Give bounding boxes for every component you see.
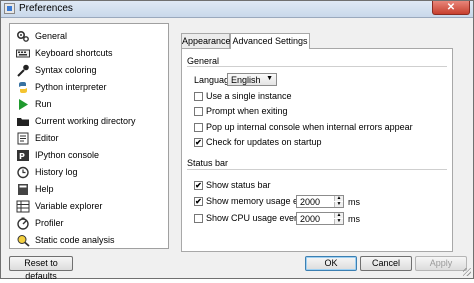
- general-group-title: General: [187, 56, 220, 66]
- tab-advanced-settings[interactable]: Advanced Settings: [230, 33, 310, 49]
- profiler-icon: [17, 217, 29, 230]
- close-button[interactable]: ✕: [432, 1, 470, 15]
- popup-console-checkbox[interactable]: [194, 123, 203, 132]
- sidebar-item-keyboard-shortcuts[interactable]: Keyboard shortcuts: [10, 45, 168, 62]
- python-icon: [19, 82, 27, 93]
- prompt-exiting-label: Prompt when exiting: [206, 106, 288, 116]
- sidebar-item-label: Variable explorer: [35, 201, 103, 211]
- code-analysis-icon: [17, 235, 30, 247]
- check-updates-label: Check for updates on startup: [206, 137, 322, 147]
- preferences-sidebar: General Keyboard shortcuts Syntax colori…: [9, 23, 169, 249]
- sidebar-item-label: History log: [35, 167, 78, 177]
- chevron-down-icon: ▼: [266, 75, 273, 82]
- variable-explorer-icon: [16, 200, 30, 213]
- apply-button[interactable]: Apply: [415, 256, 467, 271]
- spin-down-icon[interactable]: ▼: [334, 202, 343, 207]
- sidebar-item-syntax-coloring[interactable]: Syntax coloring: [10, 62, 168, 79]
- sidebar-item-label: Keyboard shortcuts: [35, 48, 113, 58]
- sidebar-item-label: Profiler: [35, 218, 64, 228]
- check-updates-checkbox[interactable]: ✔: [194, 138, 203, 147]
- sidebar-item-label: Editor: [35, 133, 59, 143]
- sidebar-item-run[interactable]: Run: [10, 96, 168, 113]
- general-group-divider: [187, 66, 447, 67]
- title-bar[interactable]: Preferences ✕: [1, 1, 473, 18]
- show-status-bar-checkbox[interactable]: ✔: [194, 181, 203, 190]
- cpu-interval-value: 2000: [300, 214, 321, 224]
- show-memory-checkbox[interactable]: ✔: [194, 197, 203, 206]
- sidebar-item-label: Python interpreter: [35, 82, 107, 92]
- status-bar-group-divider: [187, 169, 447, 170]
- show-cpu-checkbox[interactable]: [194, 214, 203, 223]
- app-icon: [4, 3, 15, 14]
- reset-to-defaults-button[interactable]: Reset to defaults: [9, 256, 73, 281]
- sidebar-item-label: Help: [35, 184, 54, 194]
- run-icon: [19, 99, 28, 110]
- window-title: Preferences: [19, 3, 73, 14]
- cpu-interval-unit: ms: [348, 214, 360, 224]
- advanced-settings-panel: General Language English ▼ Use a single …: [181, 48, 453, 252]
- single-instance-label: Use a single instance: [206, 91, 292, 101]
- help-icon: [18, 184, 28, 195]
- show-status-bar-label: Show status bar: [206, 180, 271, 190]
- memory-interval-unit: ms: [348, 197, 360, 207]
- gears-icon: [16, 30, 29, 42]
- sidebar-item-python-interpreter[interactable]: Python interpreter: [10, 79, 168, 96]
- spin-down-icon[interactable]: ▼: [334, 219, 343, 224]
- sidebar-item-general[interactable]: General: [10, 28, 168, 45]
- keyboard-icon: [16, 49, 30, 58]
- memory-interval-spinbox[interactable]: 2000 ▲ ▼: [296, 195, 344, 208]
- color-picker-icon: [17, 64, 29, 77]
- sidebar-item-label: General: [35, 31, 68, 41]
- sidebar-item-label: IPython console: [35, 150, 100, 160]
- ipython-icon: P: [17, 150, 29, 161]
- sidebar-item-label: Syntax coloring: [35, 65, 97, 75]
- history-icon: [17, 166, 29, 179]
- sidebar-item-variable-explorer[interactable]: Variable explorer: [10, 198, 168, 215]
- tab-appearance[interactable]: Appearance: [181, 33, 231, 48]
- cancel-button[interactable]: Cancel: [360, 256, 412, 271]
- editor-icon: [17, 132, 29, 145]
- language-select-value: English: [231, 75, 261, 85]
- single-instance-checkbox[interactable]: [194, 92, 203, 101]
- popup-console-label: Pop up internal console when internal er…: [206, 122, 413, 132]
- language-select[interactable]: English ▼: [227, 73, 277, 86]
- show-cpu-label: Show CPU usage every: [206, 213, 302, 223]
- sidebar-item-help[interactable]: Help: [10, 181, 168, 198]
- svg-text:P: P: [19, 152, 25, 161]
- sidebar-item-label: Run: [35, 99, 52, 109]
- sidebar-item-label: Current working directory: [35, 116, 136, 126]
- sidebar-item-current-working-directory[interactable]: Current working directory: [10, 113, 168, 130]
- memory-interval-value: 2000: [300, 197, 321, 207]
- sidebar-item-static-code-analysis[interactable]: Static code analysis: [10, 232, 168, 249]
- cpu-interval-spinbox[interactable]: 2000 ▲ ▼: [296, 212, 344, 225]
- preferences-window: Preferences ✕ General Keyboard shortcuts…: [0, 0, 474, 281]
- folder-icon: [17, 118, 29, 126]
- status-bar-group-title: Status bar: [187, 158, 229, 168]
- resize-grip-icon[interactable]: [463, 268, 471, 276]
- sidebar-item-history-log[interactable]: History log: [10, 164, 168, 181]
- prompt-exiting-checkbox[interactable]: [194, 107, 203, 116]
- sidebar-item-ipython-console[interactable]: P IPython console: [10, 147, 168, 164]
- sidebar-item-label: Static code analysis: [35, 235, 115, 245]
- sidebar-item-editor[interactable]: Editor: [10, 130, 168, 147]
- sidebar-item-profiler[interactable]: Profiler: [10, 215, 168, 232]
- ok-button[interactable]: OK: [305, 256, 357, 271]
